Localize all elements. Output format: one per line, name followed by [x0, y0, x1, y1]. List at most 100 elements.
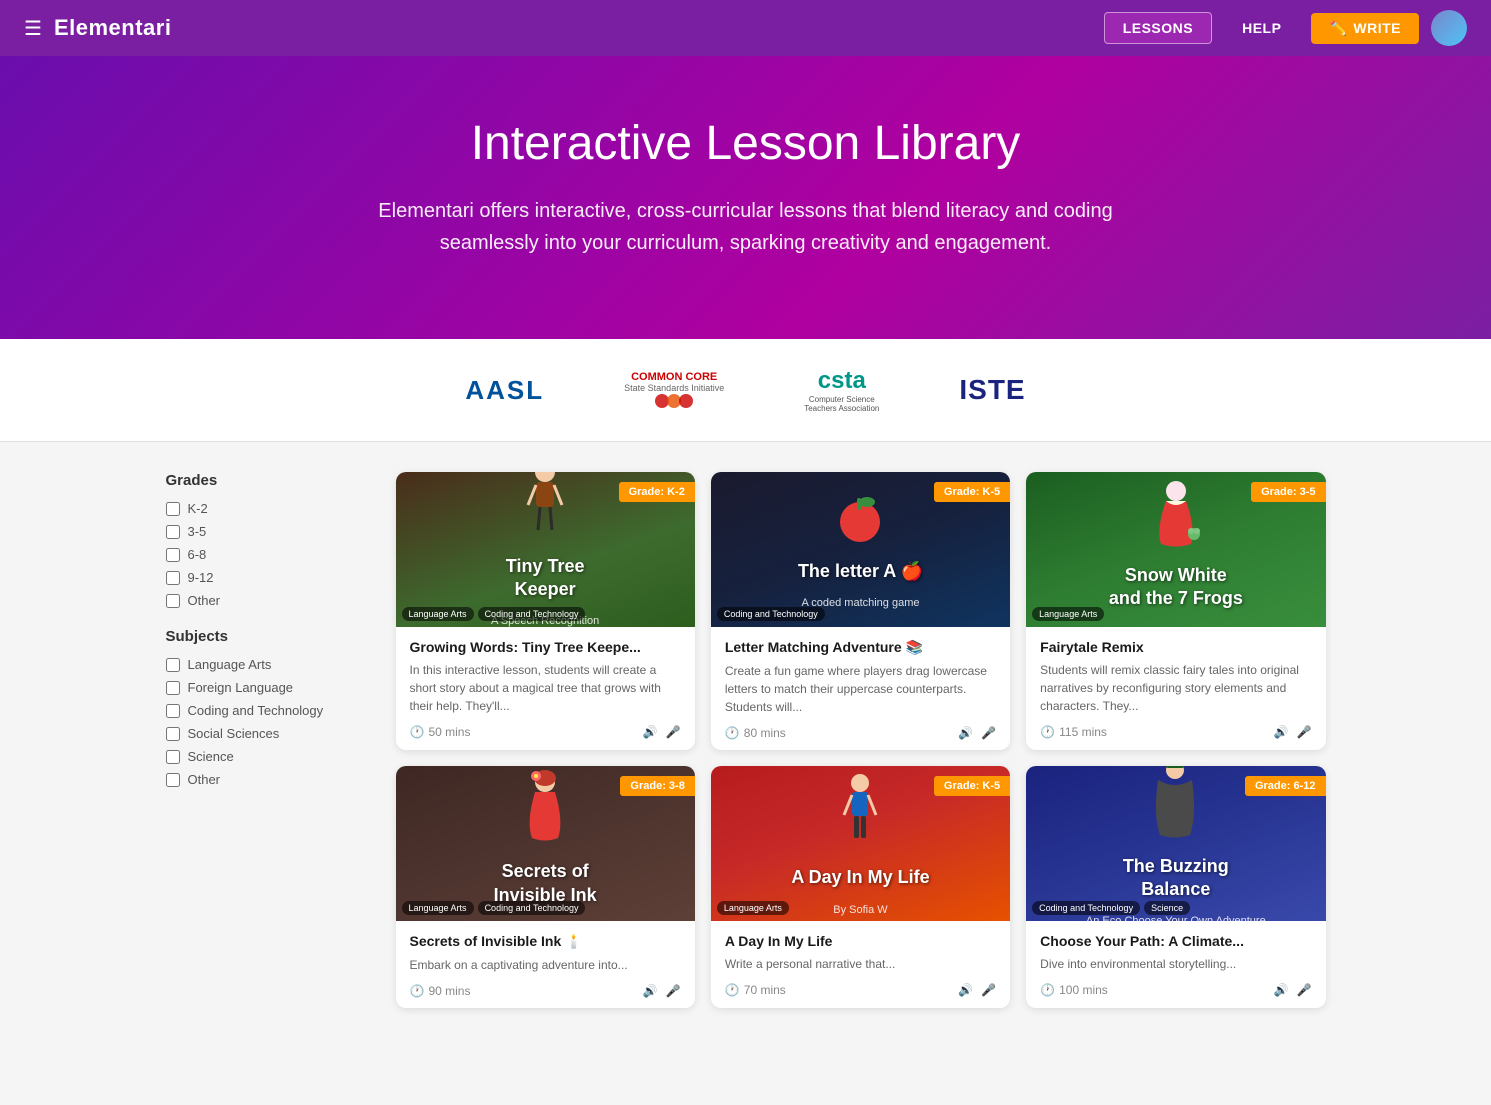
logo-csta: csta Computer ScienceTeachers Associatio…: [804, 367, 879, 413]
mic-icon-ink[interactable]: 🎤: [666, 984, 681, 998]
card-title-invisible-ink: Secrets of Invisible Ink 🕯️: [410, 933, 681, 950]
lessons-grid: Grade: K-2 Tiny TreeKeeper: [396, 472, 1326, 1008]
audio-icon-buzzing[interactable]: 🔊: [1274, 983, 1289, 997]
grade-68[interactable]: 6-8: [166, 547, 366, 562]
subject-social-sciences-checkbox[interactable]: [166, 727, 180, 741]
tag-language-arts: Language Arts: [402, 607, 474, 621]
card-body-fairytale: Fairytale Remix Students will remix clas…: [1026, 627, 1325, 749]
mic-icon-buzzing[interactable]: 🎤: [1297, 983, 1312, 997]
clock-icon-buzzing: 🕐: [1040, 983, 1055, 997]
subject-other-checkbox[interactable]: [166, 773, 180, 787]
grade-badge-tiny-tree: Grade: K-2: [619, 482, 695, 502]
subjects-title: Subjects: [166, 628, 366, 645]
audio-icon-day[interactable]: 🔊: [958, 983, 973, 997]
grade-68-label: 6-8: [188, 547, 207, 562]
lesson-card-invisible-ink[interactable]: Grade: 3-8 Secrets ofInv: [396, 766, 695, 1008]
card-title-overlay-tiny-tree: Tiny TreeKeeper: [491, 545, 599, 612]
grade-912-checkbox[interactable]: [166, 571, 180, 585]
lesson-card-tiny-tree[interactable]: Grade: K-2 Tiny TreeKeeper: [396, 472, 695, 750]
card-time-tiny-tree: 🕐 50 mins: [410, 725, 471, 739]
grade-35-checkbox[interactable]: [166, 525, 180, 539]
card-overlay-tiny-tree: Tiny TreeKeeper A Speech RecognitionInte…: [491, 472, 599, 627]
subject-science-checkbox[interactable]: [166, 750, 180, 764]
subject-coding-checkbox[interactable]: [166, 704, 180, 718]
card-image-tiny-tree: Grade: K-2 Tiny TreeKeeper: [396, 472, 695, 627]
time-value-fairytale: 115 mins: [1059, 725, 1107, 739]
subject-foreign-language-checkbox[interactable]: [166, 681, 180, 695]
grade-k2[interactable]: K-2: [166, 501, 366, 516]
subject-coding[interactable]: Coding and Technology: [166, 703, 366, 718]
subject-social-sciences-label: Social Sciences: [188, 726, 280, 741]
card-tags-invisible-ink: Language Arts Coding and Technology: [402, 901, 586, 915]
mic-icon-tiny-tree[interactable]: 🎤: [666, 725, 681, 739]
tag-coding-tech-buzzing: Coding and Technology: [1032, 901, 1140, 915]
subject-foreign-language[interactable]: Foreign Language: [166, 680, 366, 695]
navbar-right: LESSONS HELP ✏️ WRITE: [1104, 10, 1467, 46]
card-desc-invisible-ink: Embark on a captivating adventure into..…: [410, 956, 681, 974]
card-overlay-fairytale: Snow Whiteand the 7 Frogs: [1099, 479, 1253, 621]
subject-language-arts[interactable]: Language Arts: [166, 657, 366, 672]
subject-other[interactable]: Other: [166, 772, 366, 787]
lesson-card-letter-a[interactable]: Grade: K-5 The letter A 🍎 A coded matchi…: [711, 472, 1010, 750]
card-body-day-my-life: A Day In My Life Write a personal narrat…: [711, 921, 1010, 1007]
logos-strip: AASL COMMON CORE State Standards Initiat…: [0, 339, 1491, 442]
grade-other[interactable]: Other: [166, 593, 366, 608]
card-actions-letter-a: 🔊 🎤: [958, 726, 996, 740]
lesson-card-day-my-life[interactable]: Grade: K-5 A Day In My Life: [711, 766, 1010, 1008]
avatar[interactable]: [1431, 10, 1467, 46]
card-title-day-my-life: A Day In My Life: [725, 933, 996, 949]
write-button[interactable]: ✏️ WRITE: [1311, 13, 1419, 44]
card-time-day-my-life: 🕐 70 mins: [725, 983, 786, 997]
day-life-char: [835, 771, 885, 851]
lesson-card-buzzing-balance[interactable]: Grade: 6-12 The BuzzingBalance An Eco Ch…: [1026, 766, 1325, 1008]
lesson-card-fairytale[interactable]: Grade: 3-5: [1026, 472, 1325, 750]
card-time-invisible-ink: 🕐 90 mins: [410, 984, 471, 998]
csta-container: csta Computer ScienceTeachers Associatio…: [804, 367, 879, 413]
main-content: Grades K-2 3-5 6-8 9-12 Other: [146, 442, 1346, 1038]
card-tags-letter-a: Coding and Technology: [717, 607, 825, 621]
hamburger-icon[interactable]: ☰: [24, 16, 42, 41]
card-overlay-letter-a: The letter A 🍎 A coded matching game: [788, 490, 933, 609]
card-body-letter-a: Letter Matching Adventure 📚 Create a fun…: [711, 627, 1010, 750]
card-footer-buzzing-balance: 🕐 100 mins 🔊 🎤: [1040, 983, 1311, 997]
subject-science[interactable]: Science: [166, 749, 366, 764]
time-value-buzzing-balance: 100 mins: [1059, 983, 1108, 997]
card-tags-day: Language Arts: [717, 901, 789, 915]
card-body-tiny-tree: Growing Words: Tiny Tree Keepe... In thi…: [396, 627, 695, 749]
write-label: WRITE: [1353, 20, 1401, 36]
subject-other-label: Other: [188, 772, 221, 787]
help-button[interactable]: HELP: [1224, 13, 1299, 43]
hero-title: Interactive Lesson Library: [20, 116, 1471, 171]
card-title-buzzing-balance: Choose Your Path: A Climate...: [1040, 933, 1311, 949]
brand-name: Elementari: [54, 15, 172, 41]
grade-badge-fairytale: Grade: 3-5: [1251, 482, 1325, 502]
time-value-tiny-tree: 50 mins: [428, 725, 470, 739]
audio-icon-fairytale[interactable]: 🔊: [1274, 725, 1289, 739]
card-tags-buzzing: Coding and Technology Science: [1032, 901, 1190, 915]
audio-icon-letter-a[interactable]: 🔊: [958, 726, 973, 740]
mic-icon-day[interactable]: 🎤: [981, 983, 996, 997]
card-image-invisible-ink: Grade: 3-8 Secrets ofInv: [396, 766, 695, 921]
card-actions-tiny-tree: 🔊 🎤: [643, 725, 681, 739]
audio-icon-ink[interactable]: 🔊: [643, 984, 658, 998]
lessons-button[interactable]: LESSONS: [1104, 12, 1212, 44]
grade-other-checkbox[interactable]: [166, 594, 180, 608]
aasl-text: AASL: [465, 375, 544, 406]
subject-social-sciences[interactable]: Social Sciences: [166, 726, 366, 741]
clock-icon-ink: 🕐: [410, 984, 425, 998]
csta-text: csta: [818, 367, 866, 394]
grade-912[interactable]: 9-12: [166, 570, 366, 585]
mic-icon-letter-a[interactable]: 🎤: [981, 726, 996, 740]
grade-68-checkbox[interactable]: [166, 548, 180, 562]
grade-badge-letter-a: Grade: K-5: [934, 482, 1010, 502]
subject-language-arts-checkbox[interactable]: [166, 658, 180, 672]
tag-coding-tech-a: Coding and Technology: [717, 607, 825, 621]
grade-badge-day-my-life: Grade: K-5: [934, 776, 1010, 796]
mic-icon-fairytale[interactable]: 🎤: [1297, 725, 1312, 739]
audio-icon-tiny-tree[interactable]: 🔊: [643, 725, 658, 739]
clock-icon-a: 🕐: [725, 726, 740, 740]
grade-k2-checkbox[interactable]: [166, 502, 180, 516]
card-title-tiny-tree: Growing Words: Tiny Tree Keepe...: [410, 639, 681, 655]
cc-top: COMMON CORE: [631, 371, 717, 383]
grade-35[interactable]: 3-5: [166, 524, 366, 539]
